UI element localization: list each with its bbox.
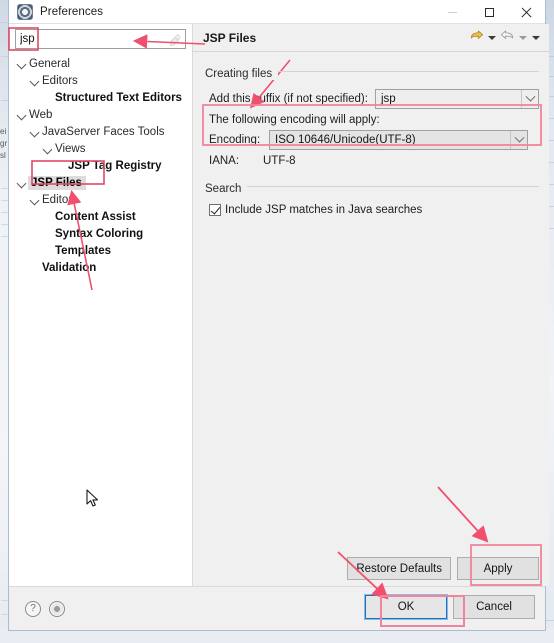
chevron-down-icon[interactable] [41,142,54,155]
iana-row: IANA: UTF-8 [209,155,539,167]
tree-item-label: Web [29,108,53,121]
tree-item-jsp-files[interactable]: JSP Files [9,174,192,191]
tree-item-label: General [29,57,70,70]
chevron-down-icon[interactable] [28,193,41,206]
creating-files-group: Creating files Add this suffix (if not s… [205,64,539,167]
close-button[interactable] [508,0,545,24]
include-jsp-matches-label: Include JSP matches in Java searches [225,204,423,216]
maximize-button[interactable] [471,0,508,24]
view-menu-chevron-down-icon[interactable] [530,30,541,46]
question-mark-icon[interactable]: ? [25,600,41,617]
encoding-note: The following encoding will apply: [209,114,380,126]
search-group-label: Search [205,183,248,195]
tree-item-label: Templates [55,244,112,257]
page-content: Creating files Add this suffix (if not s… [193,52,549,586]
page-buttons: Restore Defaults Apply [347,557,539,580]
preferences-dialog: Preferences GeneralEditorsStru [8,0,549,631]
tree-item-label: JSP Files [28,175,86,190]
tree-item-label: JSP Tag Registry [68,159,162,172]
tree-item-jsp-tag-registry[interactable]: JSP Tag Registry [9,157,192,174]
tree-item-label: Validation [42,261,97,274]
tree-item-label: Editor [42,193,73,206]
include-jsp-matches-checkbox[interactable] [209,204,221,216]
cancel-button[interactable]: Cancel [453,595,535,619]
chevron-down-icon[interactable] [510,131,527,149]
suffix-value: jsp [381,93,396,105]
chevron-down-icon[interactable] [15,176,28,189]
tree-item-label: Structured Text Editors [55,91,182,104]
page-title: JSP Files [203,30,257,45]
tree-item-templates[interactable]: Templates [9,242,192,259]
iana-value: UTF-8 [263,155,296,167]
filter-box[interactable] [15,29,186,49]
target-icon[interactable] [49,600,65,617]
tree-item-label: Syntax Coloring [55,227,144,240]
chevron-down-icon[interactable] [521,90,538,108]
minimize-button[interactable] [434,0,471,24]
dialog-action-buttons: OK Cancel [364,594,535,620]
preference-page-pane: JSP Files Creating files Add this suffix… [193,24,549,586]
tree-item-syntax-coloring[interactable]: Syntax Coloring [9,225,192,242]
back-history-chevron-down-icon[interactable] [486,30,497,46]
chevron-down-icon[interactable] [28,125,41,138]
help-icons: ? [25,600,65,617]
encoding-value: ISO 10646/Unicode(UTF-8) [275,134,416,146]
tree-item-views[interactable]: Views [9,140,192,157]
close-icon [521,7,532,18]
dialog-body: General Editors Structured Text EditorsWeb… [9,24,549,586]
preferences-tree[interactable]: General Editors Structured Text Editors Web… [9,53,192,586]
search-input[interactable] [16,30,156,48]
tree-item-label: Views [55,142,86,155]
maximize-icon [485,7,494,17]
forward-history-chevron-down-icon[interactable] [517,30,528,46]
dialog-title: Preferences [40,5,104,18]
preferences-icon [17,3,33,20]
chevron-down-icon[interactable] [28,74,41,87]
tree-item-editor[interactable]: Editor [9,191,192,208]
tree-item-structured-text-editors[interactable]: Structured Text Editors [9,89,192,106]
tree-item-editors[interactable]: Editors [9,72,192,89]
dialog-bottom-bar: ? OK Cancel [9,586,545,630]
dialog-titlebar: Preferences [9,0,545,24]
chevron-down-icon[interactable] [15,57,28,70]
forward-arrow-icon[interactable] [499,30,515,46]
tree-item-label: Editors [42,74,78,87]
encoding-label: Encoding: [209,134,261,146]
encoding-combo[interactable]: ISO 10646/Unicode(UTF-8) [269,130,528,150]
page-header: JSP Files [193,24,549,52]
suffix-row: Add this suffix (if not specified): jsp [209,88,539,110]
suffix-label: Add this suffix (if not specified): [209,93,368,105]
tree-item-label: Content Assist [55,210,136,223]
suffix-combo[interactable]: jsp [375,89,539,109]
page-toolbar [468,30,541,46]
apply-button[interactable]: Apply [457,557,539,580]
search-group: Search Include JSP matches in Java searc… [205,179,539,216]
group-divider [205,186,539,187]
creating-files-group-label: Creating files [205,68,279,80]
tree-item-web[interactable]: Web [9,106,192,123]
eraser-icon[interactable] [168,33,181,46]
tree-item-content-assist[interactable]: Content Assist [9,208,192,225]
preferences-tree-pane: General Editors Structured Text EditorsWeb… [9,24,193,586]
chevron-down-icon[interactable] [15,108,28,121]
back-arrow-icon[interactable] [468,30,484,46]
ok-button[interactable]: OK [364,594,448,620]
tree-item-validation[interactable]: Validation [9,259,192,276]
tree-item-label: JavaServer Faces Tools [42,125,165,138]
tree-item-javaserver-faces-tools[interactable]: JavaServer Faces Tools [9,123,192,140]
tree-item-general[interactable]: General [9,55,192,72]
minimize-icon [448,11,457,13]
iana-label: IANA: [209,155,240,167]
include-jsp-matches-row[interactable]: Include JSP matches in Java searches [209,204,539,216]
encoding-row: Encoding: ISO 10646/Unicode(UTF-8) [209,129,539,151]
restore-defaults-button[interactable]: Restore Defaults [347,557,451,580]
filter-row [9,24,192,53]
